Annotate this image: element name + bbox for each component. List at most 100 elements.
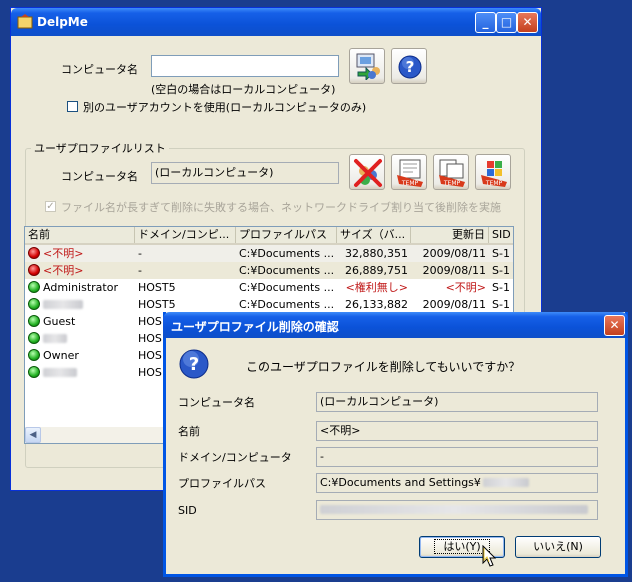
temp-profile-button[interactable]: TEMP — [391, 154, 427, 190]
row-size: 26,133,882 — [345, 298, 408, 311]
row-size: 26,889,751 — [345, 264, 408, 277]
row-name: <不明> — [43, 247, 84, 260]
row-date: <不明> — [445, 281, 486, 294]
row-path: C:¥Documents ... — [239, 264, 335, 277]
row-size: 32,880,351 — [345, 247, 408, 260]
help-icon: ? — [397, 54, 423, 83]
list-header: 名前 ドメイン/コンピ... プロファイルパス サイズ（バ... 更新日 SID — [25, 227, 513, 245]
row-sid: S-1 — [492, 298, 510, 311]
field-value-domain: - — [316, 447, 598, 467]
table-row[interactable]: HOST5 C:¥Documents ... 26,133,882 2009/0… — [25, 296, 513, 313]
redacted-name — [43, 300, 83, 309]
connect-button[interactable] — [349, 48, 385, 84]
column-header-size[interactable]: サイズ（バ... — [337, 227, 411, 243]
ok-status-icon — [28, 332, 40, 344]
maximize-button[interactable]: □ — [496, 12, 517, 33]
temp-label: TEMP — [401, 180, 419, 187]
delete-profile-button[interactable] — [349, 154, 385, 190]
alt-account-label: 別のユーザアカウントを使用(ローカルコンピュータのみ) — [83, 101, 367, 114]
row-size: <権利無し> — [345, 281, 408, 294]
table-row[interactable]: <不明> - C:¥Documents ... 32,880,351 2009/… — [25, 245, 513, 262]
column-header-domain[interactable]: ドメイン/コンピ... — [135, 227, 236, 243]
ok-status-icon — [28, 315, 40, 327]
main-titlebar[interactable]: DelpMe _ □ ✕ — [11, 8, 541, 36]
svg-text:?: ? — [406, 58, 415, 76]
column-header-path[interactable]: プロファイルパス — [236, 227, 337, 243]
row-date: 2009/08/11 — [422, 247, 486, 260]
field-label-domain: ドメイン/コンピュータ — [178, 451, 292, 464]
row-domain: HOST5 — [138, 298, 176, 311]
computer-name-label: コンピュータ名 — [61, 63, 138, 76]
row-path: C:¥Documents ... — [239, 247, 335, 260]
field-value-sid — [316, 500, 598, 520]
column-header-date[interactable]: 更新日 — [411, 227, 489, 243]
table-row[interactable]: <不明> - C:¥Documents ... 26,889,751 2009/… — [25, 262, 513, 279]
row-sid: S-1 — [492, 247, 510, 260]
dialog-question: このユーザプロファイルを削除してもいいですか？ — [246, 360, 521, 374]
ok-status-icon — [28, 349, 40, 361]
alt-account-checkbox[interactable] — [67, 101, 78, 112]
svg-text:?: ? — [189, 354, 199, 375]
row-name: Administrator — [43, 281, 118, 294]
temp-profile-windows-button[interactable]: TEMP — [475, 154, 511, 190]
row-name: Guest — [43, 315, 76, 328]
column-header-sid[interactable]: SID — [489, 227, 513, 243]
ok-status-icon — [28, 281, 40, 293]
field-label-sid: SID — [178, 504, 197, 517]
error-status-icon — [28, 247, 40, 259]
minimize-button[interactable]: _ — [475, 12, 496, 33]
column-header-name[interactable]: 名前 — [25, 227, 135, 243]
row-name: Owner — [43, 349, 79, 362]
temp-profile-copy-icon: TEMP — [437, 158, 467, 191]
ok-status-icon — [28, 366, 40, 378]
close-button[interactable]: ✕ — [517, 12, 538, 33]
maximize-icon: □ — [500, 15, 513, 29]
field-value-path: C:¥Documents and Settings¥ — [316, 473, 598, 493]
table-row[interactable]: Administrator HOST5 C:¥Documents ... <権利… — [25, 279, 513, 296]
error-status-icon — [28, 264, 40, 276]
row-path: C:¥Documents ... — [239, 298, 335, 311]
row-name: <不明> — [43, 264, 84, 277]
minimize-icon: _ — [482, 15, 489, 29]
field-value-computer: (ローカルコンピュータ) — [316, 392, 598, 412]
field-label-computer: コンピュータ名 — [178, 396, 255, 409]
redacted-name — [43, 334, 67, 343]
temp-profile-copy-button[interactable]: TEMP — [433, 154, 469, 190]
field-label-path: プロファイルパス — [178, 477, 266, 490]
main-title: DelpMe — [37, 15, 88, 29]
scroll-left-button[interactable]: ◀ — [25, 427, 41, 443]
dialog-close-button[interactable]: ✕ — [604, 315, 625, 336]
ok-status-icon — [28, 298, 40, 310]
no-button[interactable]: いいえ(N) — [515, 536, 601, 558]
dialog-titlebar[interactable]: ユーザプロファイル削除の確認 ✕ — [163, 312, 628, 338]
row-date: 2009/08/11 — [422, 298, 486, 311]
computer-name-hint: (空白の場合はローカルコンピュータ) — [151, 83, 336, 96]
horizontal-scrollbar[interactable]: ◀ — [25, 427, 175, 443]
row-path: C:¥Documents ... — [239, 281, 335, 294]
temp-profile-icon: TEMP — [395, 158, 425, 191]
row-date: 2009/08/11 — [422, 264, 486, 277]
row-domain: - — [138, 264, 142, 277]
temp-profile-windows-icon: TEMP — [479, 158, 509, 191]
group-computer-field: (ローカルコンピュータ) — [151, 162, 339, 184]
delete-profile-icon — [353, 158, 383, 191]
close-icon: ✕ — [522, 15, 533, 29]
scroll-left-icon: ◀ — [29, 430, 37, 440]
app-icon — [17, 14, 33, 30]
temp-label: TEMP — [485, 180, 503, 187]
row-sid: S-1 — [492, 264, 510, 277]
mouse-cursor-icon — [482, 544, 498, 572]
connect-computer-icon — [354, 52, 382, 83]
row-domain: HOST5 — [138, 281, 176, 294]
group-computer-label: コンピュータ名 — [61, 170, 138, 183]
row-sid: S-1 — [492, 281, 510, 294]
field-label-name: 名前 — [178, 425, 200, 438]
redacted-sid — [320, 505, 588, 514]
close-icon: ✕ — [609, 318, 620, 332]
profile-group-title: ユーザプロファイルリスト — [31, 140, 169, 156]
computer-name-input[interactable] — [151, 55, 339, 77]
question-icon: ? — [178, 348, 210, 383]
network-drive-checkbox[interactable]: ✓ — [45, 201, 56, 212]
confirm-dialog: ユーザプロファイル削除の確認 ✕ ? このユーザプロファイルを削除してもいいです… — [163, 312, 628, 577]
help-button[interactable]: ? — [391, 48, 427, 84]
